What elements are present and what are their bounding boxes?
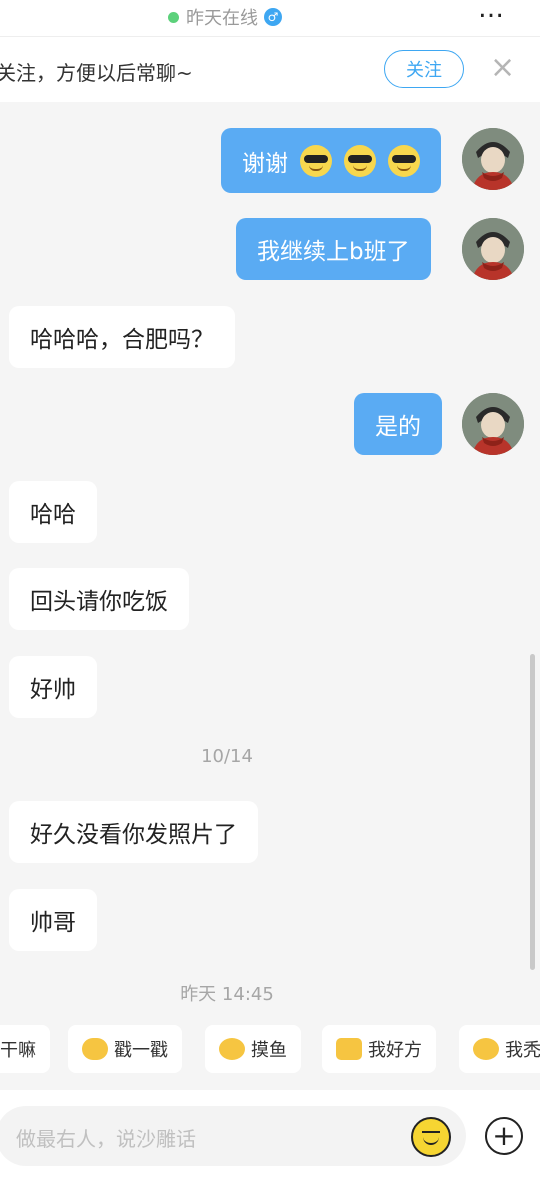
message-bubble-received[interactable]: 帅哥 bbox=[9, 889, 97, 951]
male-gender-icon: ♂ bbox=[264, 8, 282, 26]
message-text: 好久没看你发照片了 bbox=[30, 822, 237, 848]
cool-sunglasses-emoji-icon bbox=[300, 144, 332, 177]
message-text: 谢谢 bbox=[242, 150, 288, 177]
online-status: 昨天在线 ♂ bbox=[168, 4, 282, 30]
message-text: 帅哥 bbox=[30, 910, 76, 936]
message-bubble-sent[interactable]: 谢谢 bbox=[221, 128, 441, 193]
message-bubble-sent[interactable]: 我继续上b班了 bbox=[236, 218, 431, 280]
quick-reply-row[interactable]: 干嘛 戳一戳 摸鱼 我好方 我秃 bbox=[0, 1025, 540, 1073]
quick-reply-label: 我秃 bbox=[505, 1040, 540, 1061]
avatar[interactable] bbox=[462, 393, 524, 455]
bald-face-icon bbox=[473, 1038, 499, 1060]
close-icon[interactable]: × bbox=[490, 53, 515, 83]
avatar[interactable] bbox=[462, 218, 524, 280]
message-bubble-sent[interactable]: 是的 bbox=[354, 393, 442, 455]
quick-reply-chip[interactable]: 戳一戳 bbox=[68, 1025, 182, 1073]
quick-reply-chip[interactable]: 干嘛 bbox=[0, 1025, 50, 1073]
message-text: 我继续上b班了 bbox=[257, 239, 410, 265]
message-text: 哈哈哈，合肥吗？ bbox=[30, 327, 214, 353]
message-text: 哈哈 bbox=[30, 502, 76, 528]
message-timestamp: 昨天 14:45 bbox=[180, 984, 274, 1005]
cool-sunglasses-emoji-icon bbox=[344, 144, 376, 177]
online-status-text: 昨天在线 bbox=[186, 8, 258, 29]
quick-reply-label: 戳一戳 bbox=[114, 1040, 168, 1061]
message-input-placeholder: 做最右人，说沙雕话 bbox=[16, 1127, 196, 1151]
quick-reply-label: 摸鱼 bbox=[251, 1040, 287, 1061]
message-bubble-received[interactable]: 回头请你吃饭 bbox=[9, 568, 189, 630]
add-attachment-icon[interactable]: + bbox=[485, 1117, 523, 1155]
message-text: 回头请你吃饭 bbox=[30, 589, 168, 615]
poke-hand-icon bbox=[82, 1038, 108, 1060]
message-bubble-received[interactable]: 哈哈 bbox=[9, 481, 97, 543]
slacking-face-icon bbox=[219, 1038, 245, 1060]
message-bubble-received[interactable]: 好久没看你发照片了 bbox=[9, 801, 258, 863]
message-input[interactable]: 做最右人，说沙雕话 bbox=[0, 1106, 466, 1166]
online-dot-icon bbox=[168, 11, 179, 23]
quick-reply-chip[interactable]: 我秃 bbox=[459, 1025, 540, 1073]
quick-reply-chip[interactable]: 我好方 bbox=[322, 1025, 436, 1073]
avatar[interactable] bbox=[462, 128, 524, 190]
message-timestamp: 10/14 bbox=[201, 746, 253, 767]
message-text: 是的 bbox=[375, 414, 421, 440]
composer-bar: 做最右人，说沙雕话 + bbox=[0, 1090, 540, 1188]
quick-reply-label: 干嘛 bbox=[0, 1040, 36, 1061]
message-bubble-received[interactable]: 好帅 bbox=[9, 656, 97, 718]
emoji-picker-icon[interactable] bbox=[411, 1117, 451, 1157]
follow-prompt-bar: 关注，方便以后常聊~ 关注 × bbox=[0, 36, 540, 102]
scrollbar[interactable] bbox=[530, 654, 535, 970]
quick-reply-label: 我好方 bbox=[368, 1040, 422, 1061]
follow-button[interactable]: 关注 bbox=[384, 50, 464, 88]
square-face-icon bbox=[336, 1038, 362, 1060]
chat-header: 昨天在线 ♂ … bbox=[0, 0, 540, 36]
message-list[interactable]: 谢谢 我继续上b班了 哈哈哈，合肥吗？ 是的 哈哈 回头请你吃饭 好帅 10/1… bbox=[0, 102, 540, 1022]
message-text: 好帅 bbox=[30, 677, 76, 703]
message-bubble-received[interactable]: 哈哈哈，合肥吗？ bbox=[9, 306, 235, 368]
quick-reply-chip[interactable]: 摸鱼 bbox=[205, 1025, 301, 1073]
follow-prompt-text: 关注，方便以后常聊~ bbox=[0, 61, 193, 85]
cool-sunglasses-emoji-icon bbox=[388, 144, 420, 177]
more-options-icon[interactable]: … bbox=[478, 0, 506, 24]
